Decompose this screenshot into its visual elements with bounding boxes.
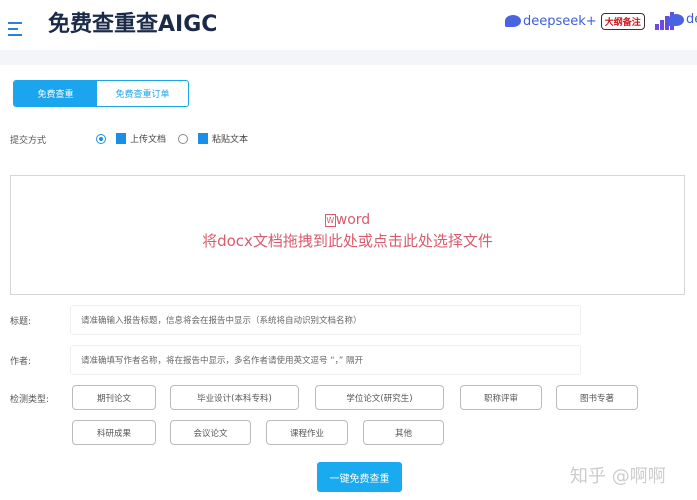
brand-text: deepseek+ [523, 13, 597, 29]
badge: 大纲备注 [600, 12, 645, 30]
deepseek-banner[interactable]: deepseek+ 大纲备注 [505, 12, 674, 30]
upload-label[interactable]: 上传文档 [130, 132, 166, 145]
dropzone-message: 将docx文档拖拽到此处或点击此处选择文件 [202, 232, 493, 250]
submit-method-radios: 上传文档 粘贴文本 [96, 132, 248, 145]
type-option[interactable]: 职称评审 [460, 385, 542, 410]
type-option[interactable]: 课程作业 [266, 420, 348, 445]
tab-bar: 免费查重 免费查重订单 [13, 80, 189, 107]
upload-icon [116, 133, 126, 144]
word-file-icon: W [324, 213, 336, 227]
deepseek-logo-icon [668, 13, 684, 26]
type-option[interactable]: 期刊论文 [72, 385, 156, 410]
type-option[interactable]: 毕业设计(本科专科) [170, 385, 299, 410]
type-option[interactable]: 会议论文 [170, 420, 251, 445]
check-type-label: 检测类型: [10, 395, 50, 405]
deepseek-logo-icon [505, 15, 521, 27]
author-input[interactable]: 请准确填写作者名称，将在报告中显示，多名作者请使用英文逗号 “，” 隔开 [70, 345, 581, 375]
deepseek-banner-2[interactable]: de [668, 12, 697, 27]
type-option[interactable]: 科研成果 [72, 420, 156, 445]
page-title: 免费查重查AIGC [48, 12, 218, 37]
title-input[interactable]: 请准确输入报告标题，信息将会在报告中显示（系统将自动识别文档名称） [70, 305, 581, 335]
title-label: 标题: [10, 317, 32, 327]
type-option[interactable]: 学位论文(研究生) [315, 385, 444, 410]
type-option[interactable]: 图书专著 [556, 385, 638, 410]
type-option[interactable]: 其他 [363, 420, 444, 445]
submit-button[interactable]: 一键免费查重 [317, 462, 402, 492]
paste-icon [198, 133, 209, 144]
submit-method-label: 提交方式 [10, 136, 47, 146]
tab-free-check[interactable]: 免费查重 [14, 81, 97, 106]
menu-icon[interactable] [8, 22, 22, 40]
watermark: 知乎 @啊啊 [570, 466, 666, 487]
radio-upload[interactable] [96, 133, 106, 144]
radio-paste[interactable] [178, 133, 189, 144]
tab-orders[interactable]: 免费查重订单 [97, 81, 188, 106]
file-type: word [335, 212, 371, 228]
file-dropzone[interactable]: Wword 将docx文档拖拽到此处或点击此处选择文件 [10, 175, 685, 295]
author-label: 作者: [10, 357, 32, 367]
brand-text: de [686, 12, 697, 27]
paste-label[interactable]: 粘贴文本 [212, 132, 248, 145]
